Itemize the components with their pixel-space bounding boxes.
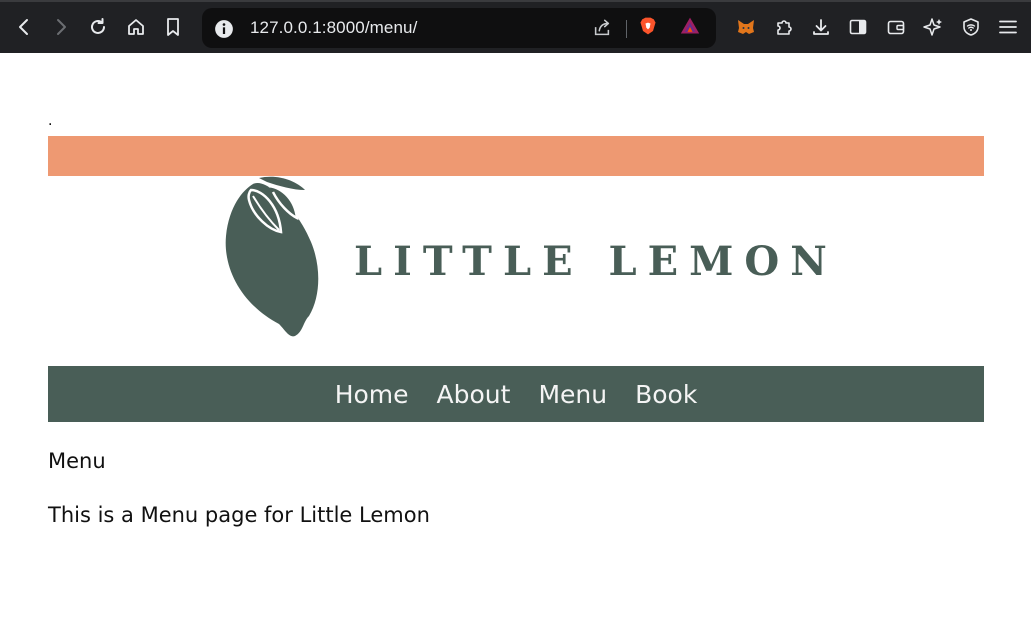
wallet-icon[interactable] <box>884 15 908 39</box>
divider <box>626 20 627 38</box>
stray-text: . <box>48 113 53 129</box>
extensions-icon[interactable] <box>772 15 796 39</box>
main-nav: Home About Menu Book <box>48 366 984 422</box>
site-logo[interactable]: LITTLE LEMON <box>48 176 984 366</box>
logo-wordmark: LITTLE LEMON <box>354 238 838 285</box>
share-icon[interactable] <box>592 18 614 40</box>
info-icon[interactable] <box>214 19 233 38</box>
brave-shield-icon[interactable] <box>638 16 662 40</box>
bat-rewards-icon[interactable] <box>680 16 704 40</box>
url-text[interactable]: 127.0.0.1:8000/menu/ <box>250 18 417 38</box>
reload-icon[interactable] <box>86 15 110 39</box>
download-icon[interactable] <box>809 15 833 39</box>
vpn-icon[interactable] <box>959 15 983 39</box>
nav-link-about[interactable]: About <box>437 380 511 409</box>
nav-link-menu[interactable]: Menu <box>538 380 607 409</box>
sidebar-icon[interactable] <box>846 15 870 39</box>
page-description: This is a Menu page for Little Lemon <box>48 503 430 527</box>
lemon-logo-icon <box>225 176 319 337</box>
browser-toolbar: 127.0.0.1:8000/menu/ <box>0 0 1031 53</box>
leo-ai-icon[interactable] <box>921 15 945 39</box>
back-icon[interactable] <box>12 15 36 39</box>
nav-link-book[interactable]: Book <box>635 380 697 409</box>
address-bar[interactable]: 127.0.0.1:8000/menu/ <box>202 8 716 48</box>
metamask-icon[interactable] <box>734 15 758 39</box>
bookmark-icon[interactable] <box>161 15 185 39</box>
header-band <box>48 136 984 176</box>
nav-link-home[interactable]: Home <box>335 380 409 409</box>
home-icon[interactable] <box>124 15 148 39</box>
web-page: . LITTLE LEMON Home About Menu Book Menu… <box>0 53 1031 628</box>
page-heading: Menu <box>48 449 106 473</box>
forward-icon[interactable] <box>49 15 73 39</box>
menu-icon[interactable] <box>996 15 1020 39</box>
